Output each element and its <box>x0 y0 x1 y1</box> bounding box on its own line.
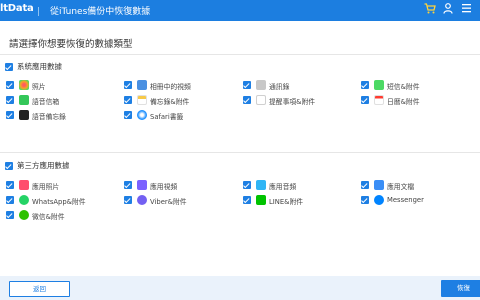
app-docs-icon <box>374 180 384 190</box>
voice-memo-icon <box>19 110 29 120</box>
wechat-label: 微信&附件 <box>32 213 65 221</box>
reminders-label: 提醒事項&附件 <box>269 98 316 106</box>
whatsapp-label: WhatsApp&附件 <box>32 198 86 206</box>
reminders-checkbox[interactable] <box>243 96 251 104</box>
app-photos-label: 應用照片 <box>32 183 60 191</box>
line-icon <box>256 195 266 205</box>
line-label: LINE&附件 <box>269 198 304 206</box>
system-section-title[interactable]: 系統應用數據 <box>5 61 62 72</box>
wechat-checkbox[interactable] <box>6 211 14 219</box>
messenger-icon <box>374 195 384 205</box>
cart-icon[interactable] <box>423 3 437 17</box>
back-button[interactable]: 返回 <box>9 281 70 297</box>
viber-checkbox[interactable] <box>124 196 132 204</box>
system-section-label: 系統應用數據 <box>17 62 62 71</box>
third-party-section-checkbox[interactable] <box>5 162 13 170</box>
page-prompt: 請選擇你想要恢復的數據類型 <box>9 39 133 50</box>
whatsapp-icon <box>19 195 29 205</box>
messenger-checkbox[interactable] <box>361 196 369 204</box>
app-photos-icon <box>19 180 29 190</box>
calendar-checkbox[interactable] <box>361 96 369 104</box>
contacts-icon <box>256 80 266 90</box>
main-panel <box>0 21 480 276</box>
menu-icon[interactable] <box>459 3 473 17</box>
messages-icon <box>374 80 384 90</box>
viber-icon <box>137 195 147 205</box>
app-audio-checkbox[interactable] <box>243 181 251 189</box>
safari-checkbox[interactable] <box>124 111 132 119</box>
app-audio-label: 應用音頻 <box>269 183 297 191</box>
app-photos-checkbox[interactable] <box>6 181 14 189</box>
voicemail-label: 語音信箱 <box>32 98 60 106</box>
voice-memo-checkbox[interactable] <box>6 111 14 119</box>
reminders-icon <box>256 95 266 105</box>
window-title: 從iTunes備份中恢復數據 <box>50 7 151 17</box>
calendar-icon <box>374 95 384 105</box>
photos-icon <box>19 80 29 90</box>
video-icon <box>137 80 147 90</box>
notes-checkbox[interactable] <box>124 96 132 104</box>
album-video-label: 相冊中的視頻 <box>150 83 191 91</box>
viber-label: Viber&附件 <box>150 198 187 206</box>
app-audio-icon <box>256 180 266 190</box>
third-party-section-label: 第三方應用數據 <box>17 161 70 170</box>
voicemail-icon <box>19 95 29 105</box>
voice-memo-label: 語音備忘錄 <box>32 113 66 121</box>
safari-icon <box>137 110 147 120</box>
app-docs-label: 應用文檔 <box>387 183 415 191</box>
system-section-checkbox[interactable] <box>5 63 13 71</box>
contacts-checkbox[interactable] <box>243 81 251 89</box>
divider <box>0 152 480 153</box>
whatsapp-checkbox[interactable] <box>6 196 14 204</box>
calendar-label: 日曆&附件 <box>387 98 420 106</box>
safari-label: Safari書籤 <box>150 113 184 121</box>
title-bar: ltData 從iTunes備份中恢復數據 <box>0 0 480 21</box>
app-video-label: 應用視頻 <box>150 183 178 191</box>
app-name: ltData <box>0 3 34 14</box>
messages-checkbox[interactable] <box>361 81 369 89</box>
messages-label: 短信&附件 <box>387 83 420 91</box>
album-video-checkbox[interactable] <box>124 81 132 89</box>
photos-checkbox[interactable] <box>6 81 14 89</box>
line-checkbox[interactable] <box>243 196 251 204</box>
app-video-icon <box>137 180 147 190</box>
title-divider <box>38 7 39 16</box>
notes-label: 備忘錄&附件 <box>150 98 190 106</box>
voicemail-checkbox[interactable] <box>6 96 14 104</box>
third-party-section-title[interactable]: 第三方應用數據 <box>5 160 70 171</box>
photos-label: 照片 <box>32 83 46 91</box>
divider <box>0 54 480 55</box>
notes-icon <box>137 95 147 105</box>
wechat-icon <box>19 210 29 220</box>
user-icon[interactable] <box>441 3 455 17</box>
app-docs-checkbox[interactable] <box>361 181 369 189</box>
app-video-checkbox[interactable] <box>124 181 132 189</box>
footer-bar <box>0 276 480 300</box>
contacts-label: 通訊錄 <box>269 83 290 91</box>
messenger-label: Messenger <box>387 196 424 204</box>
restore-button[interactable]: 恢復 <box>441 280 480 297</box>
